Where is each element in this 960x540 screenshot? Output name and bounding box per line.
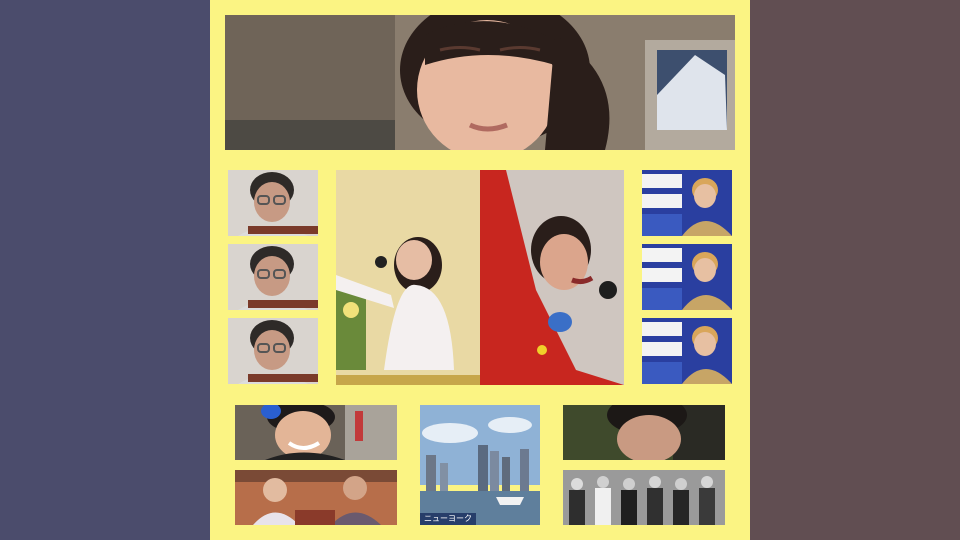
- left-stack-photo-3: [228, 318, 318, 384]
- left-stack-photo-1: [228, 170, 318, 236]
- tv-host-in-studio-icon: [642, 170, 732, 236]
- bottom-photo-woman: [563, 405, 725, 460]
- right-stack-photo-3: [642, 318, 732, 384]
- right-background-panel: [750, 0, 960, 540]
- singers-on-stage-icon: [336, 170, 624, 385]
- elderly-man-glasses-guitar-icon: [228, 318, 318, 384]
- elderly-man-glasses-guitar-icon: [228, 244, 318, 310]
- tv-host-in-studio-icon: [642, 244, 732, 310]
- woman-head-outdoors-icon: [563, 405, 725, 460]
- crowd-black-and-white-icon: [563, 470, 725, 525]
- right-stack-photo-2: [642, 244, 732, 310]
- elderly-man-glasses-guitar-icon: [228, 170, 318, 236]
- right-stack-photo-1: [642, 170, 732, 236]
- tv-host-in-studio-icon: [642, 318, 732, 384]
- bottom-photo-men-table: [235, 470, 397, 525]
- left-stack-photo-2: [228, 244, 318, 310]
- city-caption: ニューヨーク: [420, 513, 476, 525]
- photo-collage: ニューヨーク: [210, 0, 750, 540]
- men-at-table-icon: [235, 470, 397, 525]
- bottom-photo-smiling-man: [235, 405, 397, 460]
- city-skyline-harbor-icon: [420, 405, 540, 525]
- left-background-panel: [0, 0, 210, 540]
- smiling-young-man-icon: [235, 405, 397, 460]
- girl-portrait-icon: [225, 15, 735, 150]
- center-photo: [336, 170, 624, 385]
- bottom-photo-crowd: [563, 470, 725, 525]
- banner-photo: [225, 15, 735, 150]
- bottom-photo-city: ニューヨーク: [420, 405, 540, 525]
